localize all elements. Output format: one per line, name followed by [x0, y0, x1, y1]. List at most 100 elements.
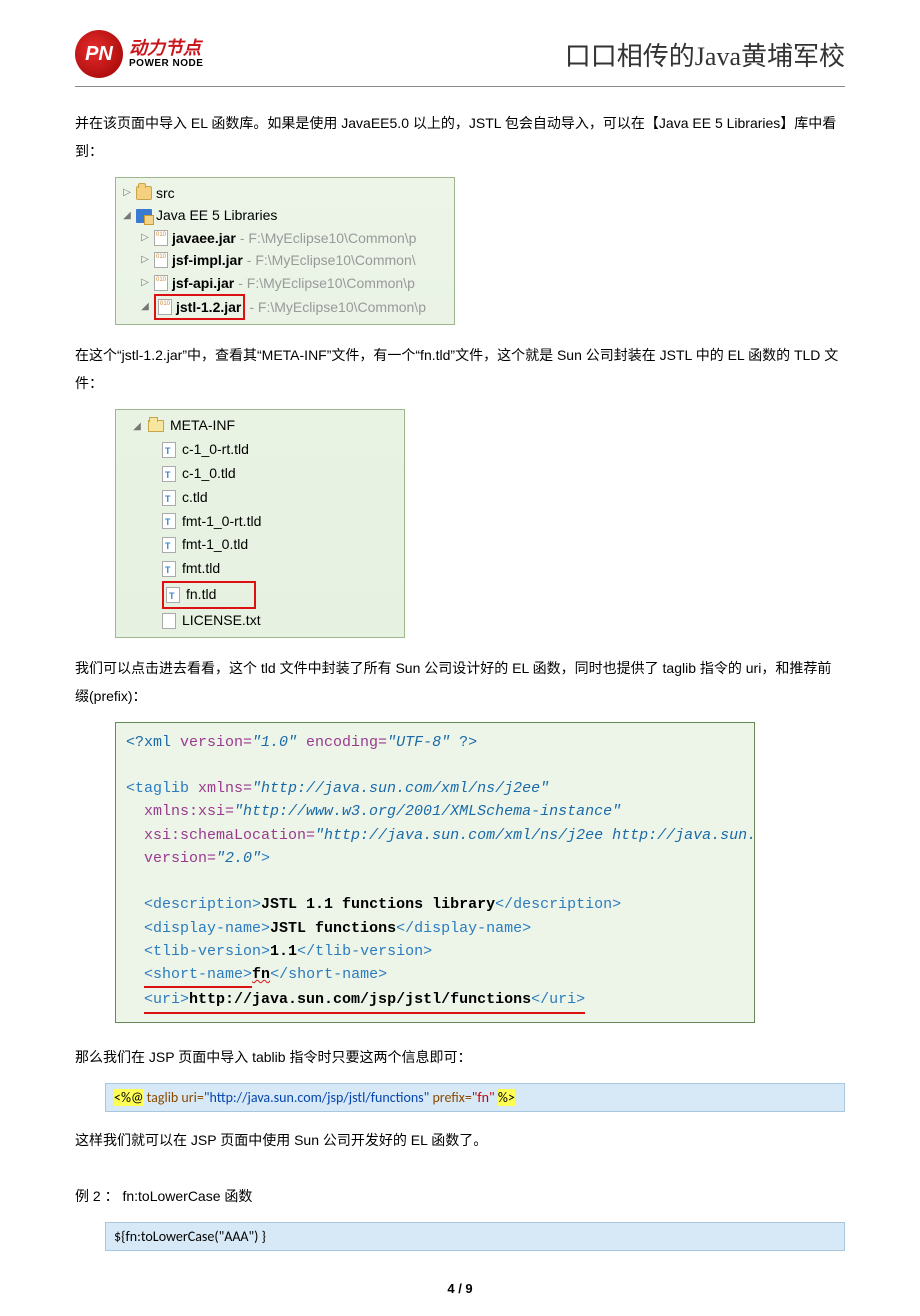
tld-icon	[166, 587, 180, 603]
jar-icon	[154, 275, 168, 291]
jar-icon	[154, 252, 168, 268]
tld-file-row: c-1_0.tld	[122, 462, 398, 486]
tree-src-row: ▷ src	[122, 182, 448, 204]
tld-file-row: fmt-1_0-rt.tld	[122, 510, 398, 534]
xml-pi-close: ?>	[450, 734, 477, 751]
xml-tag: <short-name>	[144, 966, 252, 983]
file-name: LICENSE.txt	[182, 609, 261, 633]
xml-tag: </description>	[495, 896, 621, 913]
collapse-icon: ◢	[132, 418, 142, 435]
file-name: c-1_0.tld	[182, 462, 236, 486]
xml-tag: </tlib-version>	[297, 943, 432, 960]
xml-val: "1.0"	[252, 734, 297, 751]
xml-text: JSTL 1.1 functions library	[261, 896, 495, 913]
tld-icon	[162, 442, 176, 458]
file-name: fn.tld	[186, 583, 216, 607]
metainf-folder-label: META-INF	[170, 414, 235, 438]
page-footer: 4 / 9	[75, 1281, 845, 1296]
logo-chinese: 动力节点	[129, 39, 203, 59]
collapse-icon: ◢	[122, 208, 132, 224]
xml-tag: </short-name>	[270, 966, 387, 983]
text-file-icon	[162, 613, 176, 629]
tree-jar-row: ▷ jsf-api.jar - F:\MyEclipse10\Common\p	[122, 272, 448, 294]
tld-icon	[162, 561, 176, 577]
example2-code-row: ${fn:toLowerCase("AAA") }	[105, 1222, 845, 1251]
logo-initials: PN	[85, 43, 113, 66]
xml-close-angle: >	[261, 850, 270, 867]
expand-icon: ▷	[122, 185, 132, 201]
tree-lib-label: Java EE 5 Libraries	[156, 204, 277, 226]
xml-val: "2.0"	[216, 850, 261, 867]
tree-jar-row: ▷ jsf-impl.jar - F:\MyEclipse10\Common\	[122, 249, 448, 271]
license-row: LICENSE.txt	[122, 609, 398, 633]
library-icon	[136, 209, 152, 223]
paragraph-intro: 并在该页面中导入 EL 函数库。如果是使用 JavaEE5.0 以上的，JSTL…	[75, 109, 845, 165]
file-name: c.tld	[182, 486, 208, 510]
expand-icon: ▷	[140, 252, 150, 268]
page-sep: /	[455, 1281, 466, 1296]
tld-icon	[162, 537, 176, 553]
page-current: 4	[447, 1281, 454, 1296]
xml-attr: version=	[144, 850, 216, 867]
paragraph-metainf: 在这个“jstl-1.2.jar”中，查看其“META-INF”文件，有一个“f…	[75, 341, 845, 397]
xml-tag: <tlib-version>	[144, 943, 270, 960]
example2-label: 例 2 ： fn:toLowerCase 函数	[75, 1182, 845, 1210]
header-slogan: 口口相传的Java黄埔军校	[565, 36, 845, 73]
xml-tag: <uri>	[144, 991, 189, 1008]
underline-uri: <uri>http://java.sun.com/jsp/jstl/functi…	[144, 988, 585, 1013]
jar-name: jstl-1.2.jar	[176, 296, 241, 318]
metainf-tree: ◢ META-INF c-1_0-rt.tld c-1_0.tld c.tld …	[115, 409, 405, 637]
xml-tag: <taglib	[126, 780, 189, 797]
tld-file-row: c.tld	[122, 486, 398, 510]
page-total: 9	[465, 1281, 472, 1296]
xml-code-block: <?xml version="1.0" encoding="UTF-8" ?> …	[115, 722, 755, 1023]
tld-icon	[162, 513, 176, 529]
tld-icon	[162, 490, 176, 506]
jar-name: javaee.jar	[172, 227, 236, 249]
tld-file-row: fmt.tld	[122, 557, 398, 581]
jar-name: jsf-impl.jar	[172, 249, 243, 271]
xml-attr: xmlns=	[189, 780, 252, 797]
xml-attr: encoding=	[297, 734, 387, 751]
tree-src-label: src	[156, 182, 175, 204]
tld-icon	[162, 466, 176, 482]
tld-file-row: fmt-1_0.tld	[122, 533, 398, 557]
paragraph-taglib: 那么我们在 JSP 页面中导入 tablib 指令时只要这两个信息即可：	[75, 1043, 845, 1071]
tld-file-row: c-1_0-rt.tld	[122, 438, 398, 462]
tree-lib-row: ◢ Java EE 5 Libraries	[122, 204, 448, 226]
xml-tag: <description>	[144, 896, 261, 913]
folder-icon	[148, 420, 164, 432]
package-icon	[136, 186, 152, 200]
jar-name: jsf-api.jar	[172, 272, 234, 294]
highlight-jstl-jar: jstl-1.2.jar	[154, 294, 245, 320]
xml-val: "http://java.sun.com/xml/ns/j2ee"	[252, 780, 549, 797]
fn-tld-row: fn.tld	[122, 581, 398, 609]
underline-shortname: <short-name>	[144, 963, 252, 988]
jsp-close: %>	[498, 1089, 515, 1106]
xml-val: "http://java.sun.com/xml/ns/j2ee http://…	[315, 827, 755, 844]
xml-attr: xmlns:xsi=	[144, 803, 234, 820]
xml-tag: </display-name>	[396, 920, 531, 937]
taglib-directive-row: <%@ taglib uri="http://java.sun.com/jsp/…	[105, 1083, 845, 1112]
jsp-prefix: "fn"	[472, 1089, 498, 1106]
jar-path: - F:\MyEclipse10\Common\p	[238, 272, 415, 294]
highlight-fn-tld: fn.tld	[162, 581, 256, 609]
tree-jar-jstl-row: ◢ jstl-1.2.jar - F:\MyEclipse10\Common\p	[122, 294, 448, 320]
logo-mark-icon: PN	[75, 30, 123, 78]
jar-path: - F:\MyEclipse10\Common\p	[240, 227, 417, 249]
file-name: fmt-1_0.tld	[182, 533, 248, 557]
ide-package-explorer: ▷ src ◢ Java EE 5 Libraries ▷ javaee.jar…	[115, 177, 455, 325]
xml-attr: version=	[171, 734, 252, 751]
xml-text-fn: fn	[252, 966, 270, 983]
collapse-icon: ◢	[140, 299, 150, 315]
jsp-mid: taglib uri=	[144, 1089, 204, 1106]
metainf-folder-row: ◢ META-INF	[122, 414, 398, 438]
jar-icon	[154, 230, 168, 246]
logo-english: POWER NODE	[129, 58, 203, 69]
page-header: PN 动力节点 POWER NODE 口口相传的Java黄埔军校	[75, 30, 845, 87]
jsp-uri: "http://java.sun.com/jsp/jstl/functions"	[204, 1089, 429, 1106]
expand-icon: ▷	[140, 275, 150, 291]
paragraph-tld-info: 我们可以点击进去看看，这个 tld 文件中封装了所有 Sun 公司设计好的 EL…	[75, 654, 845, 710]
xml-attr: xsi:schemaLocation=	[144, 827, 315, 844]
logo: PN 动力节点 POWER NODE	[75, 30, 203, 78]
